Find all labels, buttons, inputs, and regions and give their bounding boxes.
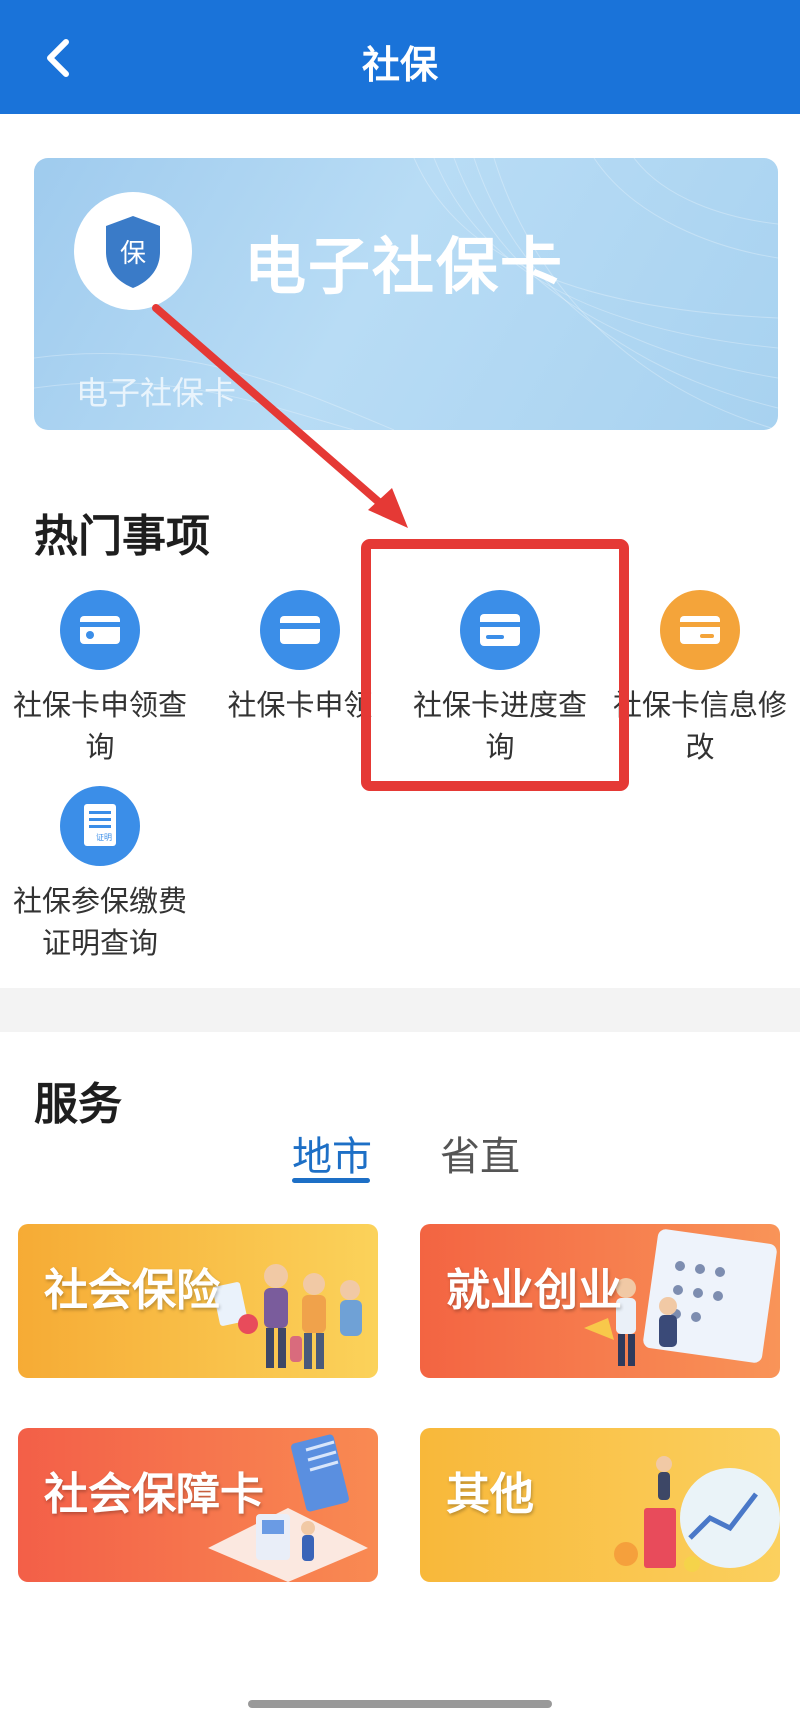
service-tile-label: 其他: [446, 1469, 534, 1520]
hot-item-card-apply[interactable]: 社保卡申领: [200, 590, 400, 726]
finance-chart-illustration-icon: [614, 1456, 780, 1572]
hot-item-label: 社保卡申领: [227, 688, 373, 722]
services-title: 服务: [34, 1079, 122, 1130]
section-divider: [0, 988, 800, 1032]
hot-item-label: 社保参保缴费证明查询: [12, 884, 187, 960]
card-icon: [260, 590, 340, 670]
hot-item-label: 社保卡信息修改: [612, 688, 787, 764]
tab-city[interactable]: 地市: [292, 1124, 372, 1182]
hot-item-label: 社保卡进度查询: [412, 688, 587, 764]
page-title: 社保: [361, 43, 438, 87]
hot-item-card-info-edit[interactable]: 社保卡信息修改: [600, 590, 800, 768]
card-edit-icon: [660, 590, 740, 670]
shield-logo-text: 保: [120, 239, 146, 269]
hot-item-contribution-certificate[interactable]: 证明 社保参保缴费证明查询: [0, 786, 200, 964]
service-tile-label: 就业创业: [446, 1265, 622, 1316]
shield-logo: 保: [74, 192, 192, 310]
certificate-icon: 证明: [60, 786, 140, 866]
certificate-badge-text: 证明: [96, 833, 112, 842]
tab-active-underline: [292, 1178, 370, 1183]
annotation-arrow-head: [368, 488, 408, 528]
hot-item-label: 社保卡申领查询: [12, 688, 187, 764]
hot-item-card-progress-query[interactable]: 社保卡进度查询: [400, 590, 600, 768]
e-social-card-banner[interactable]: 保 电子社保卡 电子社保卡: [34, 158, 778, 430]
service-tile-social-insurance[interactable]: 社会保险: [18, 1224, 378, 1378]
card-progress-icon: [460, 590, 540, 670]
service-tile-other[interactable]: 其他: [420, 1428, 780, 1582]
card-title: 电子社保卡: [244, 230, 565, 303]
service-tile-employment[interactable]: 就业创业: [420, 1224, 780, 1378]
hot-item-card-apply-query[interactable]: 社保卡申领查询: [0, 590, 200, 768]
service-tile-label: 社会保险: [44, 1265, 220, 1316]
home-indicator[interactable]: [248, 1700, 552, 1708]
card-subtitle: 电子社保卡: [76, 374, 237, 412]
service-tile-label: 社会保障卡: [44, 1469, 264, 1520]
tab-provincial[interactable]: 省直: [440, 1124, 520, 1182]
top-bar: 社保: [0, 0, 800, 114]
hot-items-title: 热门事项: [34, 511, 210, 562]
shield-icon: 保: [106, 216, 160, 288]
card-icon: [60, 590, 140, 670]
service-tile-security-card[interactable]: 社会保障卡: [18, 1428, 378, 1582]
